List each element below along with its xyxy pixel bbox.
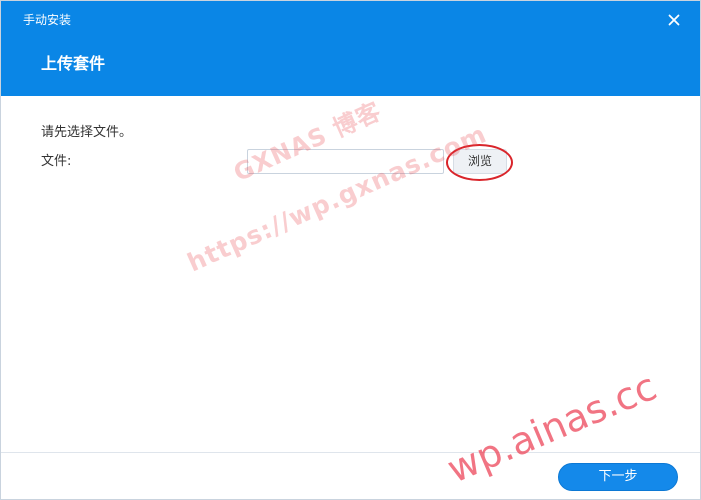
file-label: 文件: [41,154,72,169]
window-title: 手动安装 [23,13,72,27]
next-button[interactable]: 下一步 [558,463,678,491]
dialog-content: 请先选择文件。 文件: 浏览 [1,96,700,452]
step-title: 上传套件 [41,54,106,73]
file-path-input[interactable] [247,149,444,174]
install-dialog: 手动安装 上传套件 请先选择文件。 文件: 浏览 下一步 GXNAS 博客 ht… [0,0,701,500]
browse-button[interactable]: 浏览 [453,149,507,174]
close-icon [668,14,680,26]
close-button[interactable] [664,10,684,30]
dialog-header: 手动安装 上传套件 [1,1,700,96]
footer-divider [1,452,700,453]
instruction-text: 请先选择文件。 [41,125,133,140]
